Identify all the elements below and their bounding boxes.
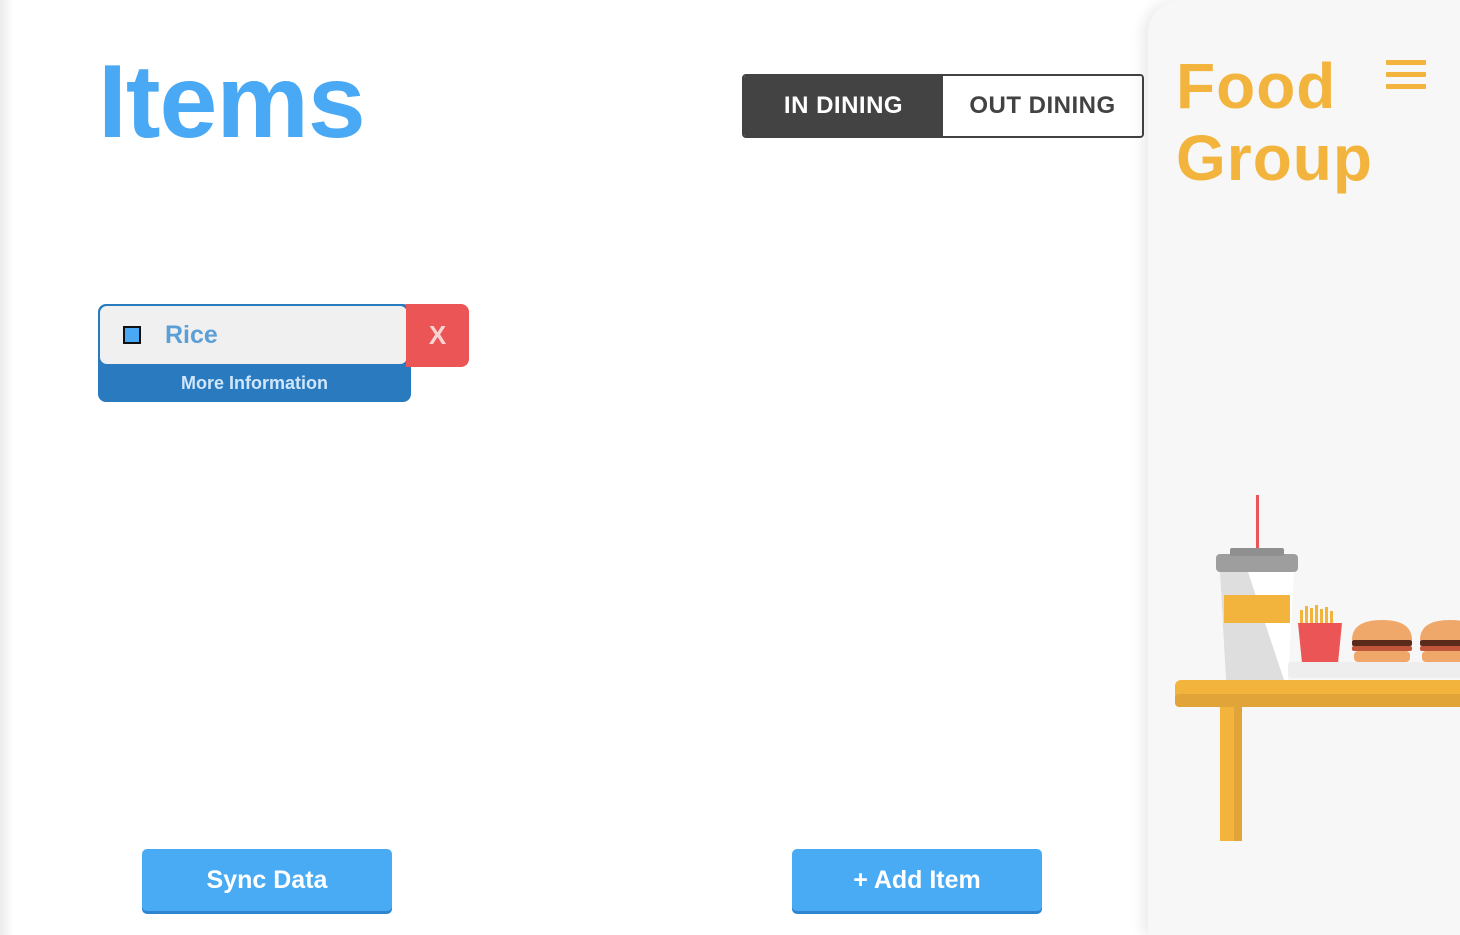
more-information-link[interactable]: More Information	[98, 366, 411, 400]
hamburger-menu-icon[interactable]	[1386, 60, 1426, 90]
fries-shape	[1298, 605, 1342, 663]
add-item-button[interactable]: + Add Item	[792, 849, 1042, 911]
app-page: Items IN DINING OUT DINING Rice More Inf…	[0, 0, 1460, 935]
side-title-line1: Food	[1176, 50, 1337, 122]
straw-shape	[1256, 495, 1259, 555]
out-dining-tab[interactable]: OUT DINING	[943, 76, 1142, 136]
side-panel-title: Food Group	[1176, 50, 1373, 194]
burger-shape-2	[1420, 620, 1460, 662]
burger-shape	[1352, 620, 1412, 662]
item-row[interactable]: Rice	[100, 306, 407, 364]
side-panel: Food Group	[1148, 0, 1460, 935]
tray-shape	[1288, 662, 1460, 678]
dining-toggle: IN DINING OUT DINING	[742, 74, 1144, 138]
in-dining-tab[interactable]: IN DINING	[744, 76, 943, 136]
cup-lid-shape	[1216, 554, 1298, 572]
sync-data-button[interactable]: Sync Data	[142, 849, 392, 911]
fast-food-table-illustration	[1175, 495, 1460, 841]
cup-band-shape	[1224, 595, 1290, 623]
item-label: Rice	[165, 320, 218, 349]
side-title-line2: Group	[1176, 122, 1373, 194]
item-card: Rice More Information	[98, 304, 411, 402]
item-checkbox[interactable]	[123, 326, 141, 344]
left-edge-shadow	[0, 0, 14, 935]
delete-item-button[interactable]: X	[406, 304, 469, 367]
page-title: Items	[98, 44, 366, 160]
